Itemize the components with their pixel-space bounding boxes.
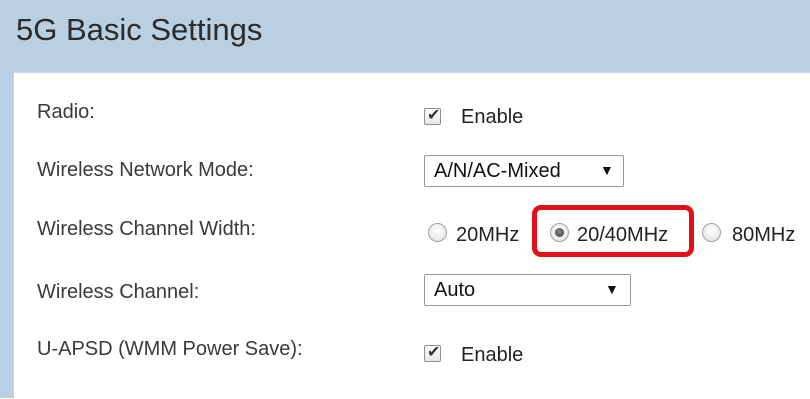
channel-label: Wireless Channel: [37, 281, 200, 303]
channel-value: Auto [434, 279, 476, 301]
check-mark-icon: ✔ [427, 344, 441, 361]
uapsd-label: U-APSD (WMM Power Save): [37, 338, 303, 360]
chevron-down-icon: ▼ [605, 281, 619, 297]
uapsd-enable-checkbox[interactable]: ✔ [424, 344, 441, 362]
highlight-box [532, 205, 694, 257]
network-mode-label: Wireless Network Mode: [37, 159, 254, 181]
check-mark-icon: ✔ [427, 107, 441, 124]
channel-select[interactable]: Auto ▼ [424, 274, 631, 306]
row-uapsd: U-APSD (WMM Power Save): ✔ Enable [14, 333, 810, 373]
row-radio: Radio: ✔ Enable [14, 95, 810, 135]
uapsd-enable-label: Enable [461, 344, 524, 366]
network-mode-value: A/N/AC-Mixed [434, 160, 561, 182]
row-channel: Wireless Channel: Auto ▼ [14, 274, 810, 314]
row-network-mode: Wireless Network Mode: A/N/AC-Mixed ▼ [14, 155, 810, 195]
radio-20mhz-label: 20MHz [456, 224, 520, 246]
section-title: 5G Basic Settings [16, 12, 263, 47]
radio-80mhz-label: 80MHz [732, 224, 796, 246]
network-mode-select[interactable]: A/N/AC-Mixed ▼ [424, 155, 624, 187]
radio-label: Radio: [37, 101, 95, 123]
radio-enable-label: Enable [461, 106, 524, 128]
chevron-down-icon: ▼ [600, 162, 614, 178]
radio-80mhz[interactable] [702, 223, 721, 242]
radio-20mhz[interactable] [428, 223, 447, 242]
channel-width-label: Wireless Channel Width: [37, 218, 256, 240]
radio-enable-checkbox[interactable]: ✔ [424, 107, 441, 125]
